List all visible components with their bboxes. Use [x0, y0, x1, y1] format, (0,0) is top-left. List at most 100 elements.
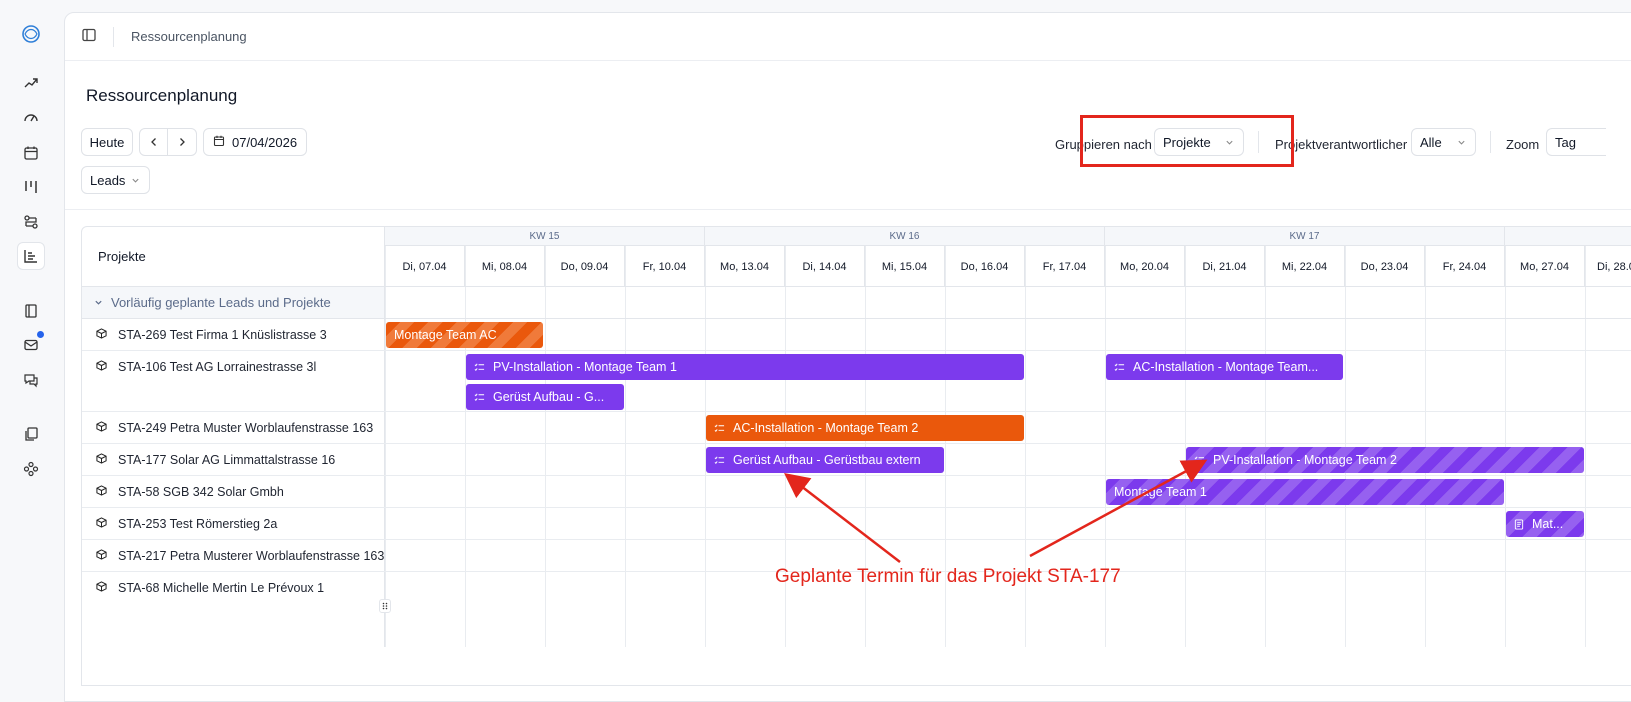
previous-chevron-icon[interactable]	[140, 129, 168, 155]
week-header: KW 16	[705, 227, 1105, 246]
schedule-bar[interactable]: AC-Installation - Montage Team 2	[706, 415, 1024, 441]
schedule-bar[interactable]: Montage Team AC	[386, 322, 543, 348]
top-bar: Ressourcenplanung	[65, 13, 1631, 61]
chat-icon[interactable]	[17, 366, 45, 394]
project-row-label[interactable]: STA-253 Test Römerstieg 2a	[82, 508, 385, 539]
sidebar-toggle-icon[interactable]	[81, 27, 97, 48]
calendar-small-icon	[213, 135, 225, 150]
manager-select[interactable]: Alle	[1411, 128, 1476, 156]
icon-rail	[0, 0, 62, 680]
project-name: STA-68 Michelle Mertin Le Prévoux 1	[118, 581, 325, 595]
document-icon	[1514, 518, 1524, 530]
day-header: Mi, 15.04	[865, 246, 945, 287]
workflow-icon[interactable]	[17, 208, 45, 236]
calendar-icon[interactable]	[17, 139, 45, 167]
documents-icon[interactable]	[17, 420, 45, 448]
day-header: Do, 09.04	[545, 246, 625, 287]
leads-value: Leads	[90, 172, 126, 188]
next-chevron-icon[interactable]	[168, 129, 196, 155]
chevron-down-icon	[1457, 135, 1466, 150]
column-resize-handle[interactable]	[379, 599, 391, 613]
group-label: Vorläufig geplante Leads und Projekte	[111, 295, 331, 310]
gauge-icon[interactable]	[17, 104, 45, 132]
today-label: Heute	[89, 134, 125, 150]
schedule-bar[interactable]: Montage Team 1	[1106, 479, 1504, 505]
project-name: STA-249 Petra Muster Worblaufenstrasse 1…	[118, 421, 374, 435]
project-cube-icon	[96, 421, 107, 435]
project-cube-icon	[96, 517, 107, 531]
breadcrumb[interactable]: Ressourcenplanung	[131, 29, 247, 44]
bar-label: Gerüst Aufbau - G...	[493, 390, 605, 404]
notification-dot	[37, 331, 44, 338]
bar-label: Montage Team 1	[1114, 485, 1207, 499]
manager-label: Projektverantwortlicher	[1275, 137, 1408, 152]
trend-icon[interactable]	[17, 69, 45, 97]
date-value: 07/04/2026	[232, 134, 298, 150]
task-list-icon	[1114, 362, 1125, 373]
chevron-down-icon	[131, 173, 140, 188]
project-row-label[interactable]: STA-68 Michelle Mertin Le Prévoux 1	[82, 572, 385, 647]
project-name: STA-177 Solar AG Limmattalstrasse 16	[118, 453, 336, 467]
schedule-bar[interactable]: PV-Installation - Montage Team 2	[1186, 447, 1584, 473]
day-header: Fr, 24.04	[1425, 246, 1505, 287]
day-header: Fr, 10.04	[625, 246, 705, 287]
week-header: KW 17	[1105, 227, 1505, 246]
schedule-bar[interactable]: Gerüst Aufbau - Gerüstbau extern	[706, 447, 944, 473]
task-list-icon	[1194, 455, 1205, 466]
projects-column-header: Projekte	[82, 227, 385, 287]
bar-label: PV-Installation - Montage Team 2	[1213, 453, 1397, 467]
project-name: STA-58 SGB 342 Solar Gmbh	[118, 485, 284, 499]
gantt-grid: Projekte KW 15 KW 16 KW 17 Di, 07.04 Mi,…	[81, 226, 1631, 686]
schedule-bar[interactable]: PV-Installation - Montage Team 1	[466, 354, 1024, 380]
table-row[interactable]: STA-269 Test Firma 1 Knüslistrasse 3	[82, 319, 1631, 351]
project-cube-icon	[96, 581, 107, 595]
schedule-bar[interactable]: Gerüst Aufbau - G...	[466, 384, 624, 410]
project-row-label[interactable]: STA-106 Test AG Lorrainestrasse 3l	[82, 351, 385, 411]
task-list-icon	[714, 423, 725, 434]
bar-label: Mat...	[1532, 517, 1564, 531]
day-header: Di, 14.04	[785, 246, 865, 287]
group-header[interactable]: Vorläufig geplante Leads und Projekte	[82, 287, 385, 319]
task-list-icon	[474, 362, 485, 373]
integrations-icon[interactable]	[17, 455, 45, 483]
project-row-label[interactable]: STA-177 Solar AG Limmattalstrasse 16	[82, 444, 385, 475]
table-row[interactable]: STA-253 Test Römerstieg 2a	[82, 508, 1631, 540]
bar-label: PV-Installation - Montage Team 1	[493, 360, 677, 374]
day-header: Mo, 20.04	[1105, 246, 1185, 287]
day-header: Mo, 27.04	[1505, 246, 1585, 287]
mail-icon[interactable]	[17, 331, 45, 359]
zoom-select[interactable]: Tag	[1546, 128, 1606, 156]
board-icon[interactable]	[17, 173, 45, 201]
app-logo-icon[interactable]	[17, 20, 45, 48]
project-row-label[interactable]: STA-269 Test Firma 1 Knüslistrasse 3	[82, 319, 385, 350]
project-row-label[interactable]: STA-58 SGB 342 Solar Gmbh	[82, 476, 385, 507]
project-name: STA-106 Test AG Lorrainestrasse 3l	[118, 360, 317, 374]
schedule-bar[interactable]: Mat...	[1506, 511, 1584, 537]
leads-select[interactable]: Leads	[81, 166, 150, 194]
today-button[interactable]: Heute	[81, 128, 133, 156]
week-header	[1505, 227, 1631, 246]
date-picker-button[interactable]: 07/04/2026	[203, 128, 307, 156]
week-header-row: KW 15 KW 16 KW 17	[385, 227, 1631, 246]
day-header: Di, 21.04	[1185, 246, 1265, 287]
chevron-down-icon	[94, 295, 103, 310]
week-header: KW 15	[385, 227, 705, 246]
project-cube-icon	[96, 360, 107, 374]
toolbar-divider-line	[65, 209, 1631, 210]
day-header: Di, 07.04	[385, 246, 465, 287]
project-name: STA-269 Test Firma 1 Knüslistrasse 3	[118, 328, 327, 342]
bar-label: AC-Installation - Montage Team 2	[733, 421, 919, 435]
project-cube-icon	[96, 485, 107, 499]
task-list-icon	[474, 392, 485, 403]
zoom-value: Tag	[1555, 134, 1576, 150]
book-icon[interactable]	[17, 297, 45, 325]
schedule-bar[interactable]: AC-Installation - Montage Team...	[1106, 354, 1343, 380]
group-row-fill	[385, 287, 1631, 319]
page-title: Ressourcenplanung	[86, 86, 238, 105]
day-header: Di, 28.04	[1585, 246, 1631, 287]
resource-planning-icon[interactable]	[17, 242, 45, 270]
zoom-label: Zoom	[1506, 137, 1540, 152]
toolbar-divider	[1490, 131, 1491, 153]
project-row-label[interactable]: STA-217 Petra Musterer Worblaufenstrasse…	[82, 540, 385, 571]
project-row-label[interactable]: STA-249 Petra Muster Worblaufenstrasse 1…	[82, 412, 385, 443]
